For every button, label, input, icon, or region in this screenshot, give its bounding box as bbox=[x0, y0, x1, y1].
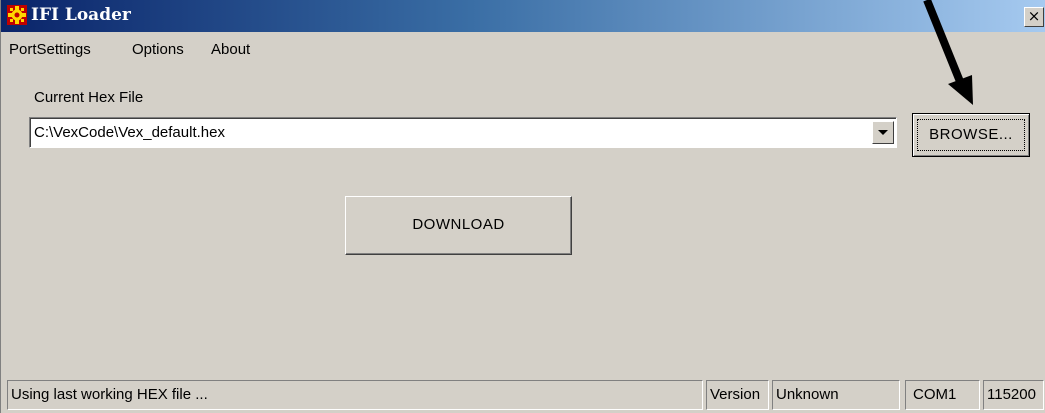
combobox-dropdown-button[interactable] bbox=[872, 121, 894, 144]
gear-icon bbox=[7, 5, 27, 25]
status-baud: 115200 bbox=[983, 380, 1044, 410]
status-message: Using last working HEX file ... bbox=[7, 380, 703, 410]
status-version-value: Unknown bbox=[772, 380, 900, 410]
browse-button[interactable]: BROWSE... bbox=[912, 113, 1030, 157]
download-button[interactable]: DOWNLOAD bbox=[345, 196, 572, 255]
close-icon: × bbox=[1027, 7, 1041, 25]
title-bar[interactable]: IFI Loader × bbox=[1, 0, 1045, 32]
window-title: IFI Loader bbox=[31, 5, 131, 25]
menu-about[interactable]: About bbox=[211, 41, 250, 59]
close-button[interactable]: × bbox=[1024, 7, 1044, 27]
download-button-label: DOWNLOAD bbox=[412, 216, 505, 233]
menu-port-settings[interactable]: PortSettings bbox=[9, 41, 91, 59]
hex-file-combobox[interactable]: C:\VexCode\Vex_default.hex bbox=[29, 117, 897, 148]
status-version-label: Version bbox=[706, 380, 769, 410]
browse-button-label: BROWSE... bbox=[929, 126, 1013, 143]
status-bar: Using last working HEX file ... Version … bbox=[1, 380, 1045, 413]
menu-bar: PortSettings Options About bbox=[1, 38, 1045, 62]
status-port: COM1 bbox=[905, 380, 980, 410]
hex-file-path[interactable]: C:\VexCode\Vex_default.hex bbox=[34, 123, 225, 142]
menu-options[interactable]: Options bbox=[132, 41, 184, 59]
current-hex-file-label: Current Hex File bbox=[34, 89, 144, 106]
chevron-down-icon bbox=[878, 130, 888, 135]
ifi-loader-window: IFI Loader × PortSettings Options About … bbox=[0, 0, 1045, 413]
